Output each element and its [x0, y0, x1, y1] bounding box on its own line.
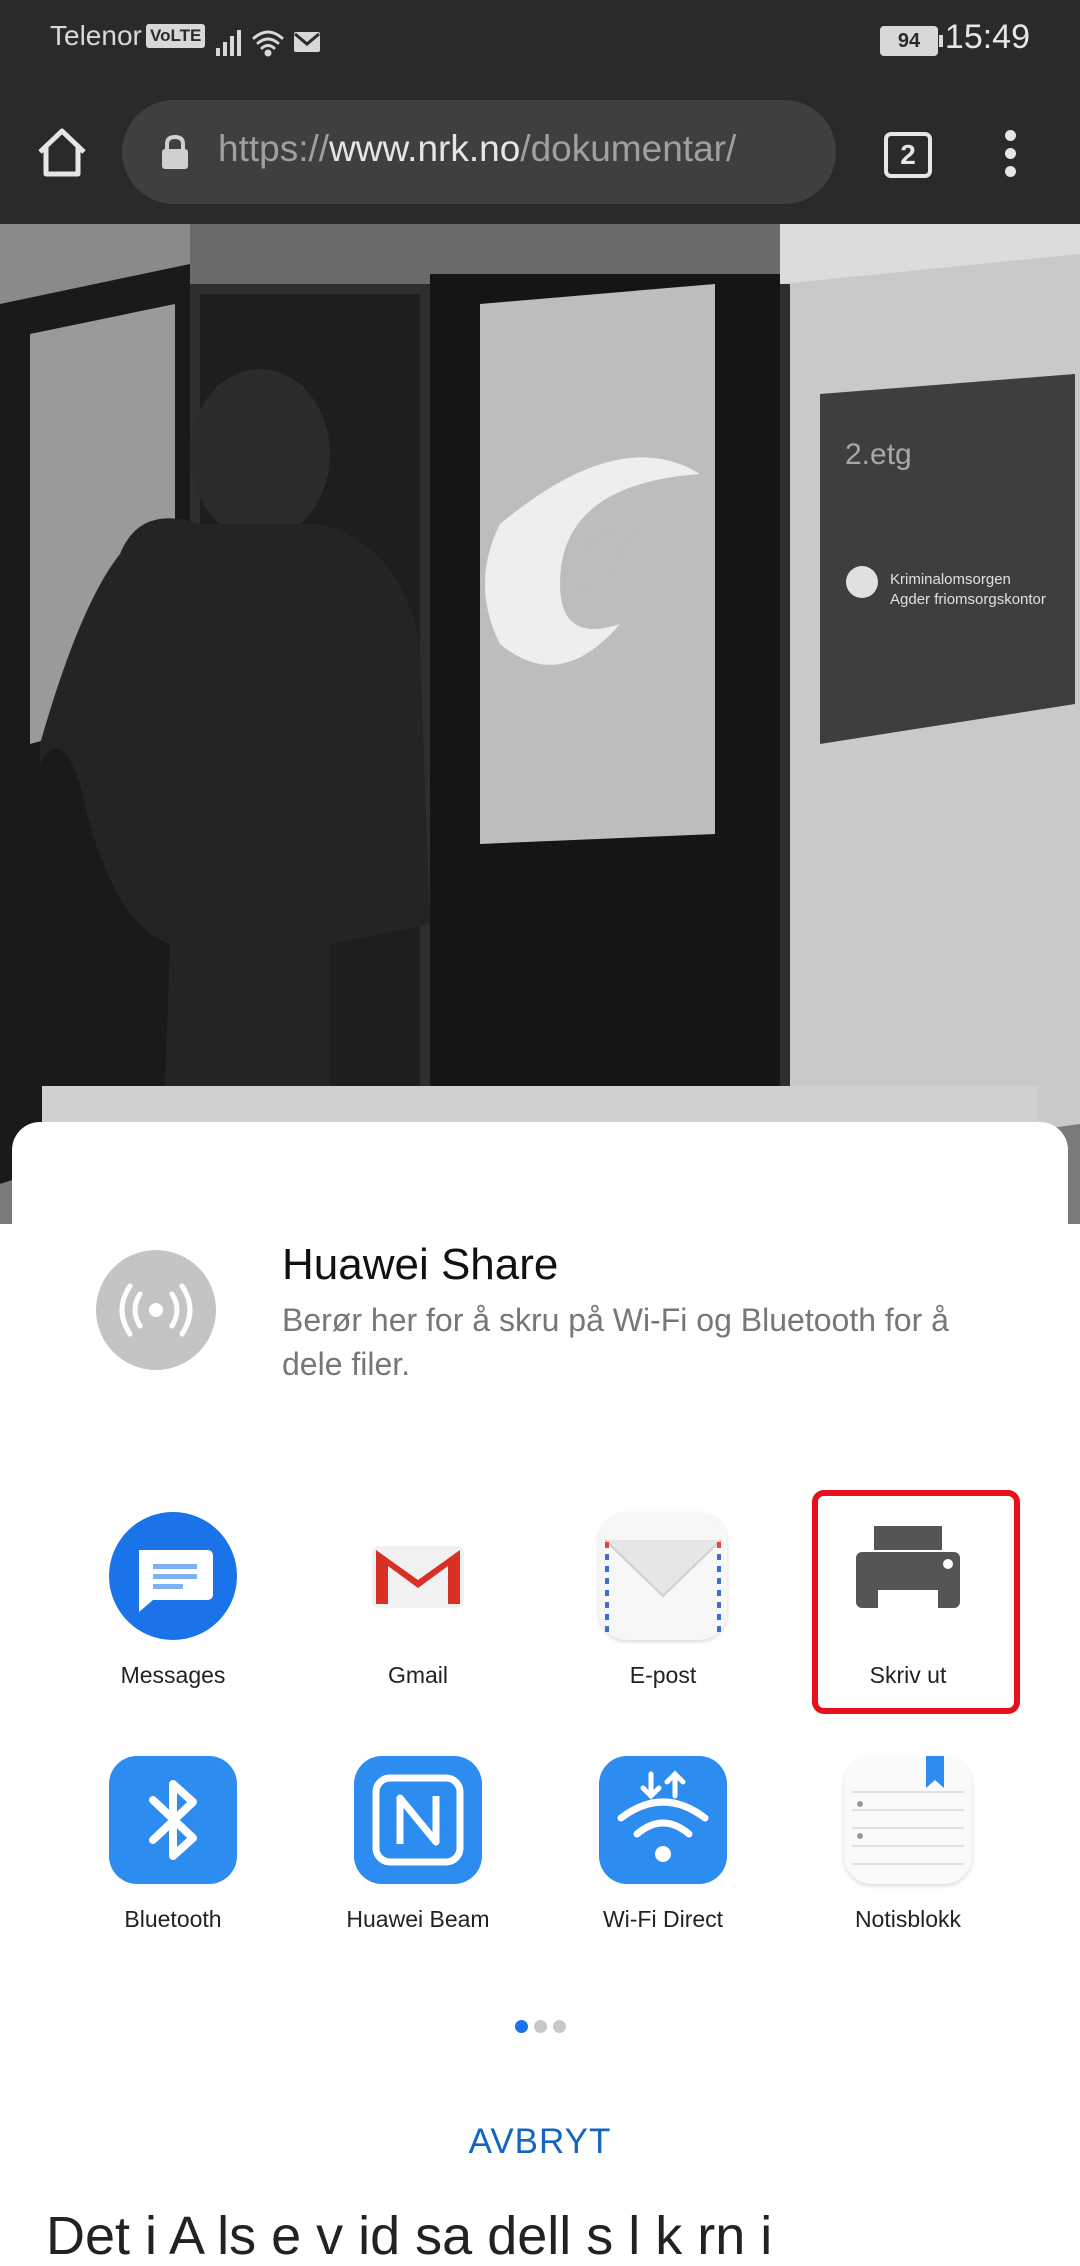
share-target-huawei-beam[interactable]: Huawei Beam — [318, 1756, 518, 1933]
status-bar: Telenor VoLTE 94 15:49 — [0, 0, 1080, 80]
url-scheme: https:// — [218, 128, 330, 169]
gmail-notification-icon — [294, 32, 320, 52]
app-label: Huawei Beam — [346, 1906, 490, 1932]
lock-icon — [162, 134, 188, 169]
share-target-messages[interactable]: Messages — [73, 1512, 273, 1689]
article-text-peek: Det i A ls e v id sa dell s l k rn i — [46, 2206, 773, 2266]
crest-icon — [846, 566, 878, 598]
wifi-direct-icon — [599, 1756, 727, 1884]
app-label: Messages — [120, 1662, 226, 1688]
messages-icon — [109, 1512, 237, 1640]
page-dot-active — [515, 2020, 528, 2033]
cancel-button[interactable]: AVBRYT — [12, 2122, 1068, 2162]
tab-switcher-button[interactable]: 2 — [884, 132, 932, 178]
share-target-gmail[interactable]: Gmail — [318, 1512, 518, 1689]
huawei-share-title[interactable]: Huawei Share — [282, 1240, 558, 1290]
carrier-name: Telenor — [50, 20, 142, 51]
sign-line-1: Kriminalomsorgen — [890, 571, 1011, 588]
page-dot — [534, 2020, 547, 2033]
share-target-bluetooth[interactable]: Bluetooth — [73, 1756, 273, 1933]
email-icon — [599, 1512, 727, 1640]
app-label: Gmail — [387, 1662, 449, 1688]
page-dot — [553, 2020, 566, 2033]
share-target-notepad[interactable]: Notisblokk — [808, 1756, 1008, 1933]
gmail-icon — [354, 1512, 482, 1640]
url-path: /dokumentar/ — [520, 128, 737, 169]
page-indicator — [515, 2020, 572, 2038]
app-label: Bluetooth — [124, 1906, 222, 1932]
nfc-icon — [354, 1756, 482, 1884]
bluetooth-icon — [109, 1756, 237, 1884]
menu-dot-icon — [1004, 130, 1016, 141]
wall-sign — [820, 374, 1075, 744]
app-label: Notisblokk — [854, 1906, 962, 1932]
wifi-icon — [252, 30, 284, 57]
share-target-email[interactable]: E-post — [563, 1512, 763, 1689]
browser-toolbar: https://www.nrk.no/dokumentar/ 2 — [0, 80, 1080, 224]
url-bar[interactable]: https://www.nrk.no/dokumentar/ — [122, 100, 836, 204]
sign-line-2: Agder friomsorgskontor — [890, 591, 1046, 608]
signal-icon — [216, 30, 241, 56]
highlight-box — [812, 1490, 1020, 1714]
huawei-share-icon — [119, 1283, 193, 1337]
overflow-menu-button[interactable] — [996, 130, 1024, 178]
huawei-share-description[interactable]: Berør her for å skru på Wi-Fi og Bluetoo… — [282, 1298, 1002, 1386]
menu-dot-icon — [1004, 148, 1016, 159]
huawei-share-button[interactable] — [96, 1250, 216, 1370]
home-icon — [38, 128, 86, 177]
clock: 15:49 — [944, 18, 1030, 56]
app-label: E-post — [629, 1662, 697, 1688]
menu-dot-icon — [1004, 166, 1016, 177]
status-icons — [214, 26, 324, 63]
url-host: www.nrk.no — [329, 128, 521, 169]
share-target-wifi-direct[interactable]: Wi-Fi Direct — [563, 1756, 763, 1933]
battery-indicator: 94 — [880, 26, 943, 56]
volte-badge: VoLTE — [146, 24, 206, 48]
home-button[interactable] — [32, 122, 92, 182]
article-photo: 2.etg Kriminalomsorgen Agder friomsorgsk… — [0, 224, 1080, 1224]
floor-label: 2.etg — [845, 438, 912, 471]
share-sheet: Huawei Share Berør her for å skru på Wi-… — [12, 1122, 1068, 2187]
notepad-icon — [844, 1756, 972, 1884]
url-text: https://www.nrk.no/dokumentar/ — [218, 128, 818, 170]
app-label: Wi-Fi Direct — [602, 1906, 724, 1932]
